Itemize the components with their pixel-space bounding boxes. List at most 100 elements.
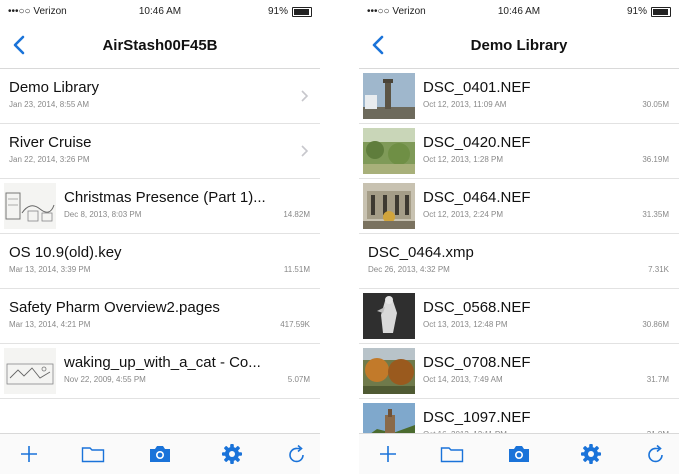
file-list: Demo Library Jan 23, 2014, 8:55 AM River… [0,69,320,399]
item-date: Jan 23, 2014, 8:55 AM [9,100,90,109]
gear-icon [581,444,601,464]
camera-button[interactable] [506,442,532,466]
status-bar: •••○○ Verizon 10:46 AM 91% [359,0,679,22]
new-folder-button[interactable] [439,442,465,466]
settings-button[interactable] [219,442,245,466]
item-date: Nov 22, 2009, 4:55 PM [64,375,146,384]
item-name: OS 10.9(old).key [9,244,122,261]
item-size: 417.59K [280,320,310,329]
photo-thumbnail [363,128,415,174]
camera-button[interactable] [147,442,173,466]
right-screen: •••○○ Verizon 10:46 AM 91% Demo Library [359,0,679,474]
add-icon [21,446,37,462]
refresh-button[interactable] [643,442,669,466]
nav-bar: Demo Library [359,22,679,69]
list-item[interactable]: waking_up_with_a_cat - Co... Nov 22, 200… [0,344,320,399]
bottom-toolbar [359,433,679,474]
item-size: 31.7M [646,375,669,384]
item-size: 30.05M [642,100,669,109]
list-item[interactable]: Safety Pharm Overview2.pages Mar 13, 201… [0,289,320,344]
item-name: DSC_0420.NEF [423,134,531,151]
list-item[interactable]: DSC_0568.NEF Oct 13, 2013, 12:48 PM 30.8… [359,289,679,344]
gear-icon [222,444,242,464]
item-size: 5.07M [287,375,310,384]
photo-thumbnail [363,348,415,394]
palace-photo [363,183,415,229]
item-size: 31.35M [642,210,669,219]
item-date: Dec 26, 2013, 4:32 PM [368,265,450,274]
add-button[interactable] [375,442,401,466]
refresh-button[interactable] [284,442,310,466]
item-date: Oct 12, 2013, 1:28 PM [423,155,504,164]
item-name: DSC_0401.NEF [423,79,531,96]
list-item[interactable]: DSC_0464.NEF Oct 12, 2013, 2:24 PM 31.35… [359,179,679,234]
add-icon [380,446,396,462]
item-size: 11.51M [283,265,310,274]
bottom-toolbar [0,433,320,474]
battery-percent: 91% [626,6,647,17]
item-name: DSC_0464.xmp [368,244,474,261]
chevron-right-icon [301,90,309,102]
refresh-icon [648,444,663,463]
camera-icon [150,446,170,462]
item-size: 36.19M [642,155,669,164]
photo-thumbnail [363,183,415,229]
item-name: DSC_0464.NEF [423,189,531,206]
item-name: DSC_0568.NEF [423,299,531,316]
chevron-right-icon [301,145,309,157]
list-item[interactable]: River Cruise Jan 22, 2014, 3:26 PM [0,124,320,179]
sketch-doc-icon [4,183,56,229]
battery-icon [651,6,671,17]
item-date: Jan 22, 2014, 3:26 PM [9,155,90,164]
list-item[interactable]: DSC_0464.xmp Dec 26, 2013, 4:32 PM 7.31K [359,234,679,289]
monument-photo [363,73,415,119]
folder-icon [440,447,464,463]
autumn-photo [363,348,415,394]
item-date: Mar 13, 2014, 3:39 PM [9,265,91,274]
item-date: Dec 8, 2013, 8:03 PM [64,210,142,219]
photo-thumbnail [363,293,415,339]
item-date: Mar 13, 2014, 4:21 PM [9,320,91,329]
list-item[interactable]: OS 10.9(old).key Mar 13, 2014, 3:39 PM 1… [0,234,320,289]
page-title: Demo Library [470,37,568,54]
status-bar: •••○○ Verizon 10:46 AM 91% [0,0,320,22]
item-date: Oct 12, 2013, 11:09 AM [423,100,507,109]
item-date: Oct 14, 2013, 7:49 AM [423,375,503,384]
item-name: Demo Library [9,79,100,96]
list-item[interactable]: DSC_0708.NEF Oct 14, 2013, 7:49 AM 31.7M [359,344,679,399]
left-screen: •••○○ Verizon 10:46 AM 91% AirStash00F45… [0,0,320,474]
battery-indicator: 91% [627,6,671,17]
list-item[interactable]: DSC_0401.NEF Oct 12, 2013, 11:09 AM 30.0… [359,69,679,124]
item-name: Safety Pharm Overview2.pages [9,299,220,316]
item-size: 14.82M [283,210,310,219]
statue-photo [363,293,415,339]
item-name: River Cruise [9,134,92,151]
item-size: 7.31K [648,265,669,274]
item-date: Oct 13, 2013, 12:48 PM [423,320,508,329]
camera-icon [509,446,529,462]
settings-button[interactable] [578,442,604,466]
item-date: Oct 12, 2013, 2:24 PM [423,210,504,219]
sketch-image-icon [4,348,56,394]
item-name: Christmas Presence (Part 1)... [64,189,266,206]
folder-icon [81,447,105,463]
list-item[interactable]: Christmas Presence (Part 1)... Dec 8, 20… [0,179,320,234]
item-name: waking_up_with_a_cat - Co... [64,354,261,371]
add-button[interactable] [16,442,42,466]
page-title: AirStash00F45B [102,37,218,54]
nav-bar: AirStash00F45B [0,22,320,69]
file-list: DSC_0401.NEF Oct 12, 2013, 11:09 AM 30.0… [359,69,679,454]
item-name: DSC_0708.NEF [423,354,531,371]
item-name: DSC_1097.NEF [423,409,531,426]
item-size: 30.86M [642,320,669,329]
garden-photo [363,128,415,174]
list-item[interactable]: DSC_0420.NEF Oct 12, 2013, 1:28 PM 36.19… [359,124,679,179]
battery-percent: 91% [267,6,288,17]
new-folder-button[interactable] [80,442,106,466]
document-thumbnail [4,348,56,394]
battery-icon [292,6,312,17]
list-item[interactable]: Demo Library Jan 23, 2014, 8:55 AM [0,69,320,124]
battery-indicator: 91% [268,6,312,17]
photo-thumbnail [363,73,415,119]
refresh-icon [289,444,304,463]
